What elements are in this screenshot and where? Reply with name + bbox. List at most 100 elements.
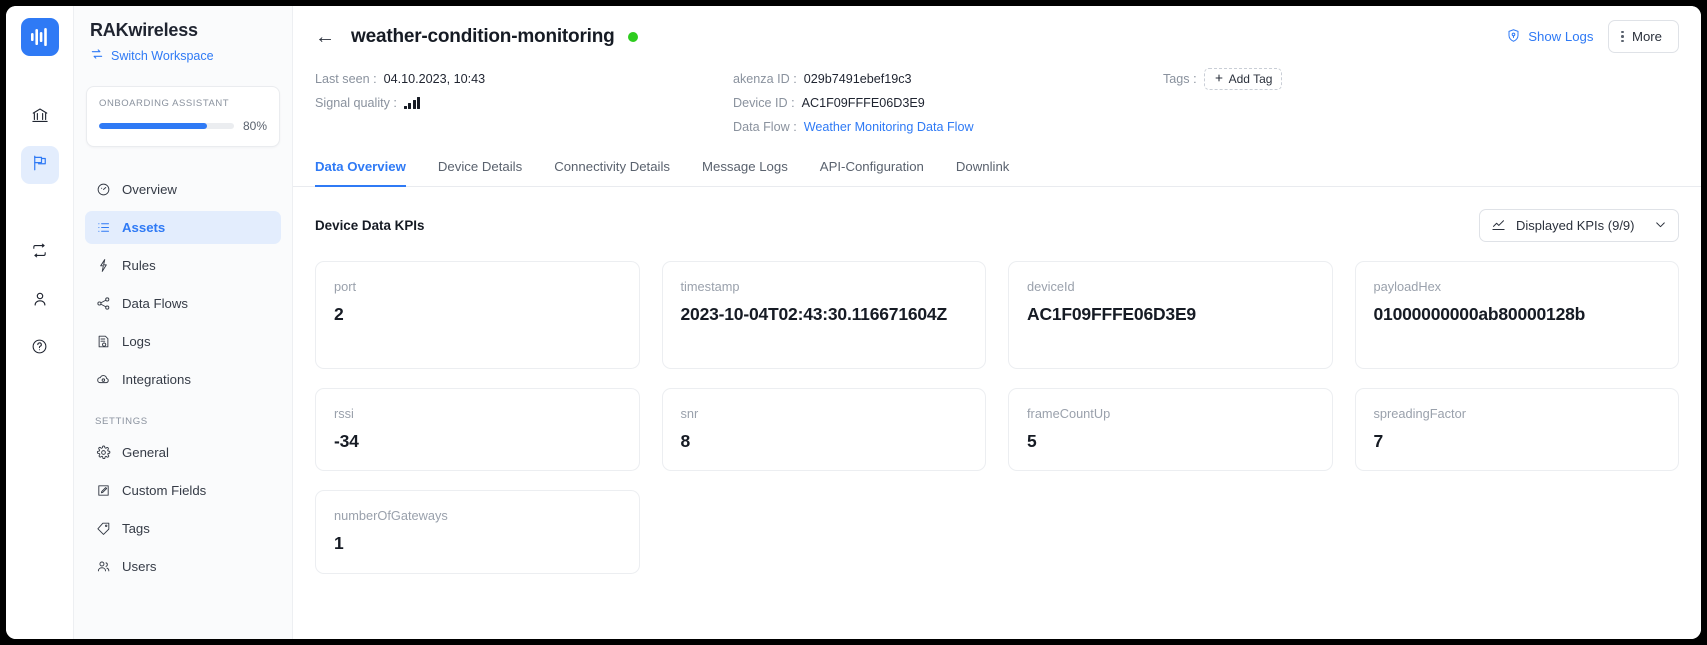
sidebar-item-integrations[interactable]: Integrations — [85, 363, 281, 396]
edit-square-icon — [95, 483, 111, 499]
meta-last-seen: Last seen : 04.10.2023, 10:43 — [315, 67, 733, 91]
sidebar-item-label: Assets — [122, 220, 166, 235]
kpi-grid: port 2 timestamp 2023-10-04T02:43:30.116671… — [315, 261, 1679, 574]
tab-message-logs[interactable]: Message Logs — [702, 153, 788, 187]
kpi-value: 2 — [334, 304, 344, 324]
flag-icon — [31, 154, 49, 177]
kpi-value: 8 — [680, 431, 691, 451]
kpi-value: -34 — [334, 431, 359, 451]
meta-key: Device ID : — [733, 96, 795, 110]
shield-log-icon — [1506, 28, 1521, 46]
workspace-name: RAKwireless — [90, 20, 198, 40]
meta-data-flow: Data Flow : Weather Monitoring Data Flow — [733, 115, 1163, 139]
vertical-dots-icon — [1621, 30, 1624, 43]
meta-tags: Tags : Add Tag — [1163, 67, 1679, 91]
arrow-left-icon[interactable]: ← — [315, 27, 335, 47]
chevron-down-icon — [1654, 218, 1667, 234]
kpi-card: rssi -34 — [315, 388, 640, 472]
kpi-value: 7 — [1373, 431, 1384, 451]
meta-key: akenza ID : — [733, 72, 797, 86]
page-title: weather-condition-monitoring — [351, 25, 615, 47]
kpi-key: timestamp — [680, 279, 740, 294]
question-circle-icon — [31, 338, 48, 360]
add-tag-button[interactable]: Add Tag — [1203, 68, 1283, 90]
meta-value: 04.10.2023, 10:43 — [383, 72, 486, 86]
content-header: Device Data KPIs Displayed KPIs (9/9) — [315, 209, 1679, 242]
onboarding-progress-row: 80% — [99, 119, 267, 133]
data-flow-link[interactable]: Weather Monitoring Data Flow — [804, 120, 974, 134]
sidebar-item-rules[interactable]: Rules — [85, 249, 281, 282]
meta-column-middle: akenza ID : 029b7491ebef19c3 Device ID :… — [733, 67, 1163, 139]
sidebar-item-label: Logs — [122, 334, 151, 349]
sidebar-item-label: Integrations — [122, 372, 191, 387]
sidebar-item-logs[interactable]: Logs — [85, 325, 281, 358]
kpi-card: frameCountUp 5 — [1008, 388, 1333, 472]
sidebar-item-label: Overview — [122, 182, 177, 197]
sidebar-item-assets[interactable]: Assets — [85, 211, 281, 244]
app-window: RAKwireless Switch Workspace ONBOARDING … — [6, 6, 1701, 639]
sidebar-item-data-flows[interactable]: Data Flows — [85, 287, 281, 320]
switch-workspace-button[interactable]: Switch Workspace — [90, 47, 276, 64]
kpi-card: numberOfGateways 1 — [315, 490, 640, 574]
tab-connectivity-details[interactable]: Connectivity Details — [554, 153, 670, 187]
switch-workspace-label: Switch Workspace — [111, 48, 214, 63]
brand-block: RAKwireless Switch Workspace — [74, 20, 292, 64]
rail-item-help[interactable] — [21, 330, 59, 368]
kpi-key: port — [334, 279, 357, 294]
signal-bars-icon — [403, 97, 421, 109]
kpi-key: snr — [680, 406, 699, 421]
displayed-kpis-dropdown[interactable]: Displayed KPIs (9/9) — [1479, 209, 1679, 242]
sidebar-item-custom-fields[interactable]: Custom Fields — [85, 474, 281, 507]
sidebar: RAKwireless Switch Workspace ONBOARDING … — [74, 6, 293, 639]
kpi-value: 1 — [334, 533, 344, 554]
tab-api-configuration[interactable]: API-Configuration — [820, 153, 924, 187]
kpi-card: deviceId AC1F09FFFE06D3E9 — [1008, 261, 1333, 369]
tab-device-details[interactable]: Device Details — [438, 153, 522, 187]
repeat-icon — [31, 242, 48, 264]
progress-bar-track — [99, 123, 234, 129]
rail-item-workspaces[interactable] — [20, 146, 59, 184]
plus-icon — [1214, 72, 1224, 86]
sidebar-item-general[interactable]: General — [85, 436, 281, 469]
kpi-value: 5 — [1027, 431, 1037, 451]
kpi-key: numberOfGateways — [334, 508, 448, 524]
sidebar-item-tags[interactable]: Tags — [85, 512, 281, 545]
document-log-icon — [95, 334, 111, 350]
gear-icon — [95, 445, 111, 461]
sidebar-item-label: Tags — [122, 521, 150, 536]
tab-downlink[interactable]: Downlink — [956, 153, 1010, 187]
sidebar-item-users[interactable]: Users — [85, 550, 281, 583]
more-button[interactable]: More — [1608, 20, 1679, 53]
sidebar-item-label: Custom Fields — [122, 483, 207, 498]
chart-line-icon — [1491, 217, 1506, 235]
users-icon — [95, 559, 111, 575]
sidebar-item-overview[interactable]: Overview — [85, 173, 281, 206]
kpi-value: AC1F09FFFE06D3E9 — [1027, 304, 1196, 324]
waveform-logo-icon[interactable] — [20, 18, 59, 56]
device-meta: Last seen : 04.10.2023, 10:43 Signal qua… — [315, 67, 1679, 139]
list-icon — [95, 220, 111, 236]
title-row: ← weather-condition-monitoring Show Logs — [315, 20, 1679, 53]
progress-bar-fill — [99, 123, 207, 129]
kpi-card: payloadHex 01000000000ab80000128b — [1354, 261, 1679, 369]
kpi-card: snr 8 — [661, 388, 986, 472]
tag-icon — [95, 521, 111, 537]
meta-value: AC1F09FFFE06D3E9 — [801, 96, 925, 110]
meta-column-left: Last seen : 04.10.2023, 10:43 Signal qua… — [315, 67, 733, 139]
show-logs-label: Show Logs — [1528, 29, 1594, 44]
meta-akenza-id: akenza ID : 029b7491ebef19c3 — [733, 67, 1163, 91]
add-tag-label: Add Tag — [1228, 72, 1273, 86]
kpi-key: frameCountUp — [1027, 406, 1111, 421]
cloud-icon — [95, 372, 111, 388]
sidebar-item-label: Data Flows — [122, 296, 188, 311]
rail-item-transfer[interactable] — [21, 234, 59, 272]
rail-item-account[interactable] — [21, 282, 59, 320]
tab-data-overview[interactable]: Data Overview — [315, 153, 406, 187]
bolt-icon — [95, 258, 111, 274]
rail-item-organization[interactable] — [21, 98, 59, 136]
kpi-card: port 2 — [315, 261, 640, 369]
meta-value: 029b7491ebef19c3 — [803, 72, 912, 86]
show-logs-button[interactable]: Show Logs — [1506, 28, 1593, 46]
onboarding-assistant-card[interactable]: ONBOARDING ASSISTANT 80% — [86, 86, 280, 147]
more-label: More — [1631, 29, 1662, 44]
